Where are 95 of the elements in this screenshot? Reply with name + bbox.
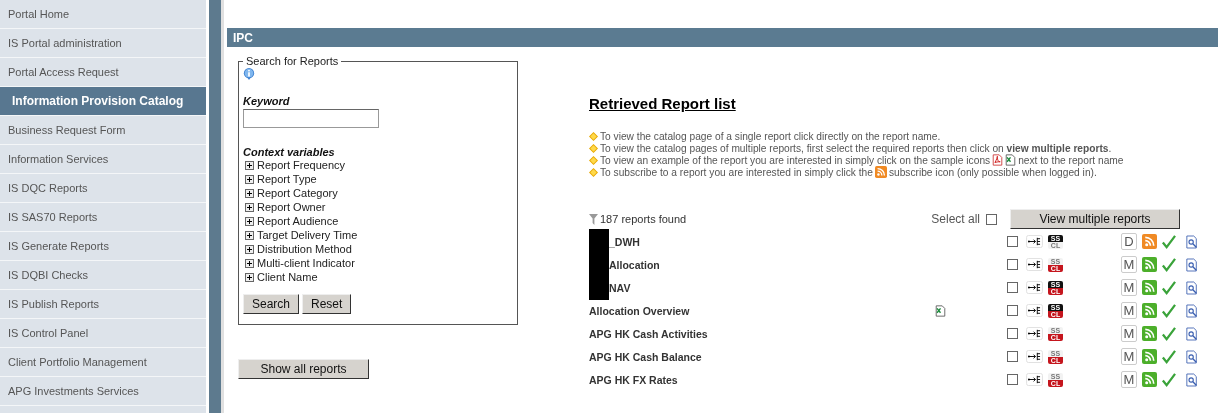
tree-item[interactable]: Report Audience <box>257 215 339 227</box>
row-checkbox[interactable] <box>1007 351 1018 362</box>
row-checkbox[interactable] <box>1007 328 1018 339</box>
checkmark-icon <box>1161 326 1176 341</box>
document-search-icon[interactable] <box>1186 349 1198 364</box>
bullet-icon <box>589 155 598 165</box>
distribution-icon <box>1026 304 1043 317</box>
instruction-text: subscribe icon (only possible when logged in). <box>888 166 1097 178</box>
keyword-field[interactable] <box>243 109 379 128</box>
bullet-icon <box>589 143 598 153</box>
checkmark-icon <box>1161 303 1176 318</box>
report-link[interactable]: NAV <box>609 281 631 294</box>
filter-icon <box>589 213 598 225</box>
frequency-badge: M <box>1121 302 1137 319</box>
document-search-icon[interactable] <box>1186 257 1198 272</box>
row-checkbox[interactable] <box>1007 374 1018 385</box>
instruction-text: To view an example of the report you are interested in simply click on the sample icons <box>600 154 991 166</box>
distribution-icon <box>1026 327 1043 340</box>
distribution-icon <box>1026 258 1043 271</box>
checkmark-icon <box>1161 257 1176 272</box>
report-link[interactable]: APG HK Cash Balance <box>589 350 702 363</box>
expand-icon[interactable] <box>245 174 254 184</box>
frequency-badge: M <box>1121 256 1137 273</box>
tree-item[interactable]: Report Owner <box>257 201 326 213</box>
select-all-label: Select all <box>931 212 980 226</box>
expand-icon[interactable] <box>245 202 254 212</box>
rss-icon[interactable] <box>1142 280 1157 295</box>
form-button[interactable]: Reset <box>302 294 352 314</box>
select-all-checkbox[interactable] <box>986 213 997 225</box>
field-label: Context variables <box>243 146 336 158</box>
document-search-icon[interactable] <box>1186 303 1198 318</box>
form-button[interactable]: Search <box>243 294 300 314</box>
frequency-badge: M <box>1121 371 1137 388</box>
expand-icon[interactable] <box>245 244 254 254</box>
instruction-text: next to the report name <box>1018 154 1124 166</box>
info-icon[interactable] <box>243 67 255 81</box>
distribution-icon <box>1026 281 1043 294</box>
frequency-badge: D <box>1121 233 1137 250</box>
report-link[interactable]: _DWH <box>609 235 640 248</box>
frequency-badge: M <box>1121 348 1137 365</box>
checkmark-icon <box>1161 280 1176 295</box>
distribution-icon <box>1026 373 1043 386</box>
expand-icon[interactable] <box>245 258 254 268</box>
rss-icon[interactable] <box>1142 257 1157 272</box>
document-search-icon[interactable] <box>1186 372 1198 387</box>
bullet-icon <box>589 131 598 141</box>
rss-icon[interactable] <box>1142 326 1157 341</box>
instruction-text: To subscribe to a report you are interested in simply click the <box>600 166 873 178</box>
report-link[interactable]: APG HK FX Rates <box>589 373 678 386</box>
frequency-badge: M <box>1121 279 1137 296</box>
expand-icon[interactable] <box>245 216 254 226</box>
document-search-icon[interactable] <box>1186 326 1198 341</box>
tree-item[interactable]: Multi-client Indicator <box>257 257 355 269</box>
rss-icon[interactable] <box>1142 372 1157 387</box>
spreadsheet-icon[interactable] <box>935 304 946 317</box>
rss-icon[interactable] <box>1142 349 1157 364</box>
bullet-icon <box>589 167 598 177</box>
rss-icon[interactable] <box>1142 303 1157 318</box>
frequency-badge: M <box>1121 325 1137 342</box>
tree-item[interactable]: Client Name <box>257 271 318 283</box>
expand-icon[interactable] <box>245 272 254 282</box>
instruction-text: To view the catalog page of a single report click directly on the report name. <box>600 130 941 142</box>
show-all-button[interactable]: Show all reports <box>238 359 369 379</box>
field-label: Keyword <box>243 95 291 107</box>
document-search-icon[interactable] <box>1186 280 1198 295</box>
expand-icon[interactable] <box>245 188 254 198</box>
sidebar-item[interactable]: Information Provision Catalog <box>0 87 206 116</box>
tree-item[interactable]: Target Delivery Time <box>257 229 358 241</box>
distribution-icon <box>1026 235 1043 248</box>
pdf-icon[interactable] <box>992 154 1004 166</box>
document-search-icon[interactable] <box>1186 234 1198 249</box>
distribution-icon <box>1026 350 1043 363</box>
section-title: IPC <box>233 30 253 45</box>
row-checkbox[interactable] <box>1007 259 1018 270</box>
checkmark-icon <box>1161 372 1176 387</box>
tree-item[interactable]: Report Frequency <box>257 159 346 171</box>
report-link[interactable]: APG HK Cash Activities <box>589 327 708 340</box>
row-checkbox[interactable] <box>1007 282 1018 293</box>
checkmark-icon <box>1161 349 1176 364</box>
instruction-text: To view the catalog pages of multiple reports, first select the required reports then click on view multiple reports. <box>600 142 1112 154</box>
report-link[interactable]: Allocation Overview <box>589 304 690 317</box>
tree-item[interactable]: Report Category <box>257 187 338 199</box>
row-checkbox[interactable] <box>1007 236 1018 247</box>
report-link[interactable]: Allocation <box>609 258 660 271</box>
expand-icon[interactable] <box>245 230 254 240</box>
expand-icon[interactable] <box>245 160 254 170</box>
row-checkbox[interactable] <box>1007 305 1018 316</box>
list-title: Retrieved Report list <box>589 95 736 112</box>
panel-legend: Search for Reports <box>243 55 342 67</box>
checkmark-icon <box>1161 234 1176 249</box>
view-multiple-button[interactable]: View multiple reports <box>1010 209 1180 229</box>
tree-item[interactable]: Report Type <box>257 173 317 185</box>
spreadsheet-icon[interactable] <box>1005 154 1017 166</box>
tree-item[interactable]: Distribution Method <box>257 243 352 255</box>
result-count: 187 reports found <box>600 213 687 225</box>
